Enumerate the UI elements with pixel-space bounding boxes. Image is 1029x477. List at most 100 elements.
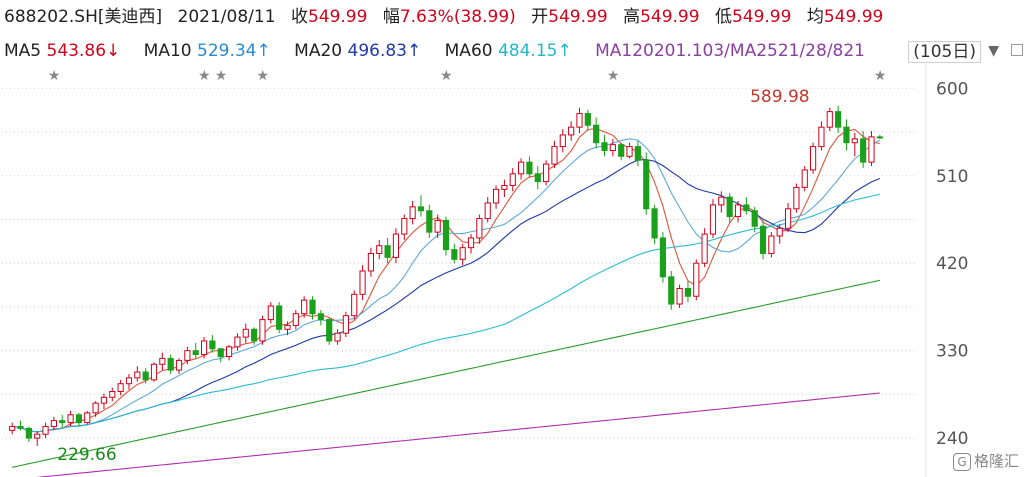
- y-tick-label: 600: [936, 79, 968, 99]
- candle-body: [559, 134, 566, 148]
- candle-body: [442, 219, 450, 251]
- low-value: 549.99: [731, 7, 792, 27]
- candle-body: [100, 396, 108, 404]
- candle-body: [509, 173, 516, 186]
- candle-body: [67, 414, 74, 424]
- star-icon: ★: [198, 68, 211, 84]
- candle-body: [242, 328, 249, 338]
- candle-body: [25, 427, 32, 439]
- high-value: 549.99: [640, 7, 700, 27]
- star-icon: ★: [256, 68, 269, 84]
- candle-body: [868, 136, 875, 163]
- candle-body: [551, 146, 558, 165]
- candle-body: [701, 233, 708, 264]
- candle-body: [401, 218, 408, 235]
- close-value: 549.99: [307, 7, 368, 27]
- candle-body: [668, 276, 675, 305]
- quote-date: 2021/08/11: [177, 7, 276, 27]
- star-icon: ★: [607, 68, 620, 84]
- ma5-line: [12, 128, 880, 433]
- ma10-value: 529.34↑: [197, 41, 271, 61]
- change-value: 7.63%(38.99): [399, 7, 516, 27]
- candle-body: [9, 425, 16, 431]
- candle-body: [309, 299, 316, 315]
- chevron-down-icon[interactable]: ▼: [988, 43, 999, 59]
- candle-body: [317, 313, 324, 321]
- candle-body: [326, 319, 333, 342]
- candle-body: [759, 225, 767, 254]
- candle-body: [50, 420, 57, 427]
- ma5-value: 543.86↓: [46, 41, 121, 61]
- low-label: 低: [714, 7, 732, 27]
- avg-value: 549.99: [823, 7, 884, 27]
- change-label: 幅: [382, 7, 400, 27]
- ma-legend: MA5 543.86↓ MA10 529.34↑ MA20 496.83↑ MA…: [4, 41, 865, 61]
- candle-body: [768, 235, 775, 254]
- candle-body: [17, 425, 24, 429]
- candle-body: [593, 124, 600, 144]
- candle-body: [826, 111, 833, 128]
- candle-body: [609, 144, 616, 151]
- candle-body: [601, 142, 608, 151]
- candle-body: [384, 245, 391, 258]
- expand-icon[interactable]: [1011, 44, 1023, 56]
- y-axis: 600 510 420 330 240: [936, 79, 968, 449]
- candle-body: [818, 126, 825, 148]
- candle-body: [534, 173, 541, 183]
- logo-icon: G: [952, 453, 971, 471]
- candle-body: [125, 377, 133, 385]
- candle-body: [835, 111, 842, 128]
- candle-body: [784, 208, 792, 229]
- high-label: 高: [623, 7, 641, 27]
- star-icon: ★: [874, 68, 887, 84]
- candle-body: [117, 383, 124, 392]
- candle-body: [860, 138, 867, 163]
- candle-body: [225, 346, 233, 358]
- candle-body: [367, 252, 375, 272]
- candle-body: [793, 186, 800, 210]
- candle-body: [718, 196, 725, 206]
- ma5-label: MA5: [4, 41, 42, 61]
- period-selector[interactable]: (105日): [908, 41, 981, 63]
- candle-body: [584, 113, 591, 126]
- candle-body: [351, 293, 358, 317]
- candle-body: [276, 305, 283, 330]
- event-markers: ★ ★ ★ ★ ★ ★ ★: [48, 68, 887, 84]
- candle-body: [292, 313, 299, 326]
- candle-body: [150, 363, 158, 381]
- star-icon: ★: [215, 68, 228, 84]
- y-tick-label: 420: [936, 254, 968, 274]
- candle-body: [376, 245, 383, 254]
- candle-body: [526, 161, 533, 175]
- candle-body: [676, 287, 683, 305]
- candle-body: [743, 204, 750, 212]
- candle-body: [301, 299, 308, 315]
- candle-body: [684, 287, 692, 297]
- candle-body: [517, 161, 525, 175]
- candle-body: [626, 146, 633, 157]
- candle-body: [843, 126, 850, 144]
- candle-body: [92, 402, 99, 414]
- candle-body: [751, 210, 758, 227]
- candle-body: [643, 159, 650, 210]
- candle-body: [175, 359, 183, 371]
- candle-body: [109, 390, 116, 398]
- y-tick-label: 510: [936, 167, 968, 187]
- candle-body: [217, 348, 224, 358]
- kline-chart: ★ ★ ★ ★ ★ ★ ★ 600510420330240 589.98 229.66: [2, 64, 968, 477]
- candle-body: [426, 210, 433, 233]
- grid: [2, 64, 927, 477]
- candle-body: [342, 315, 349, 334]
- ma60-label: MA60: [444, 41, 493, 61]
- candle-body: [234, 336, 241, 348]
- candle-body: [659, 237, 667, 278]
- candle-body: [484, 202, 491, 220]
- candle-body: [776, 227, 783, 237]
- candle-body: [167, 357, 174, 371]
- candle-body: [200, 340, 208, 356]
- close-label: 收: [290, 7, 308, 27]
- candle-body: [501, 184, 508, 190]
- candle-body: [75, 414, 83, 424]
- max-price-label: 589.98: [750, 87, 809, 107]
- candle-body: [134, 371, 141, 379]
